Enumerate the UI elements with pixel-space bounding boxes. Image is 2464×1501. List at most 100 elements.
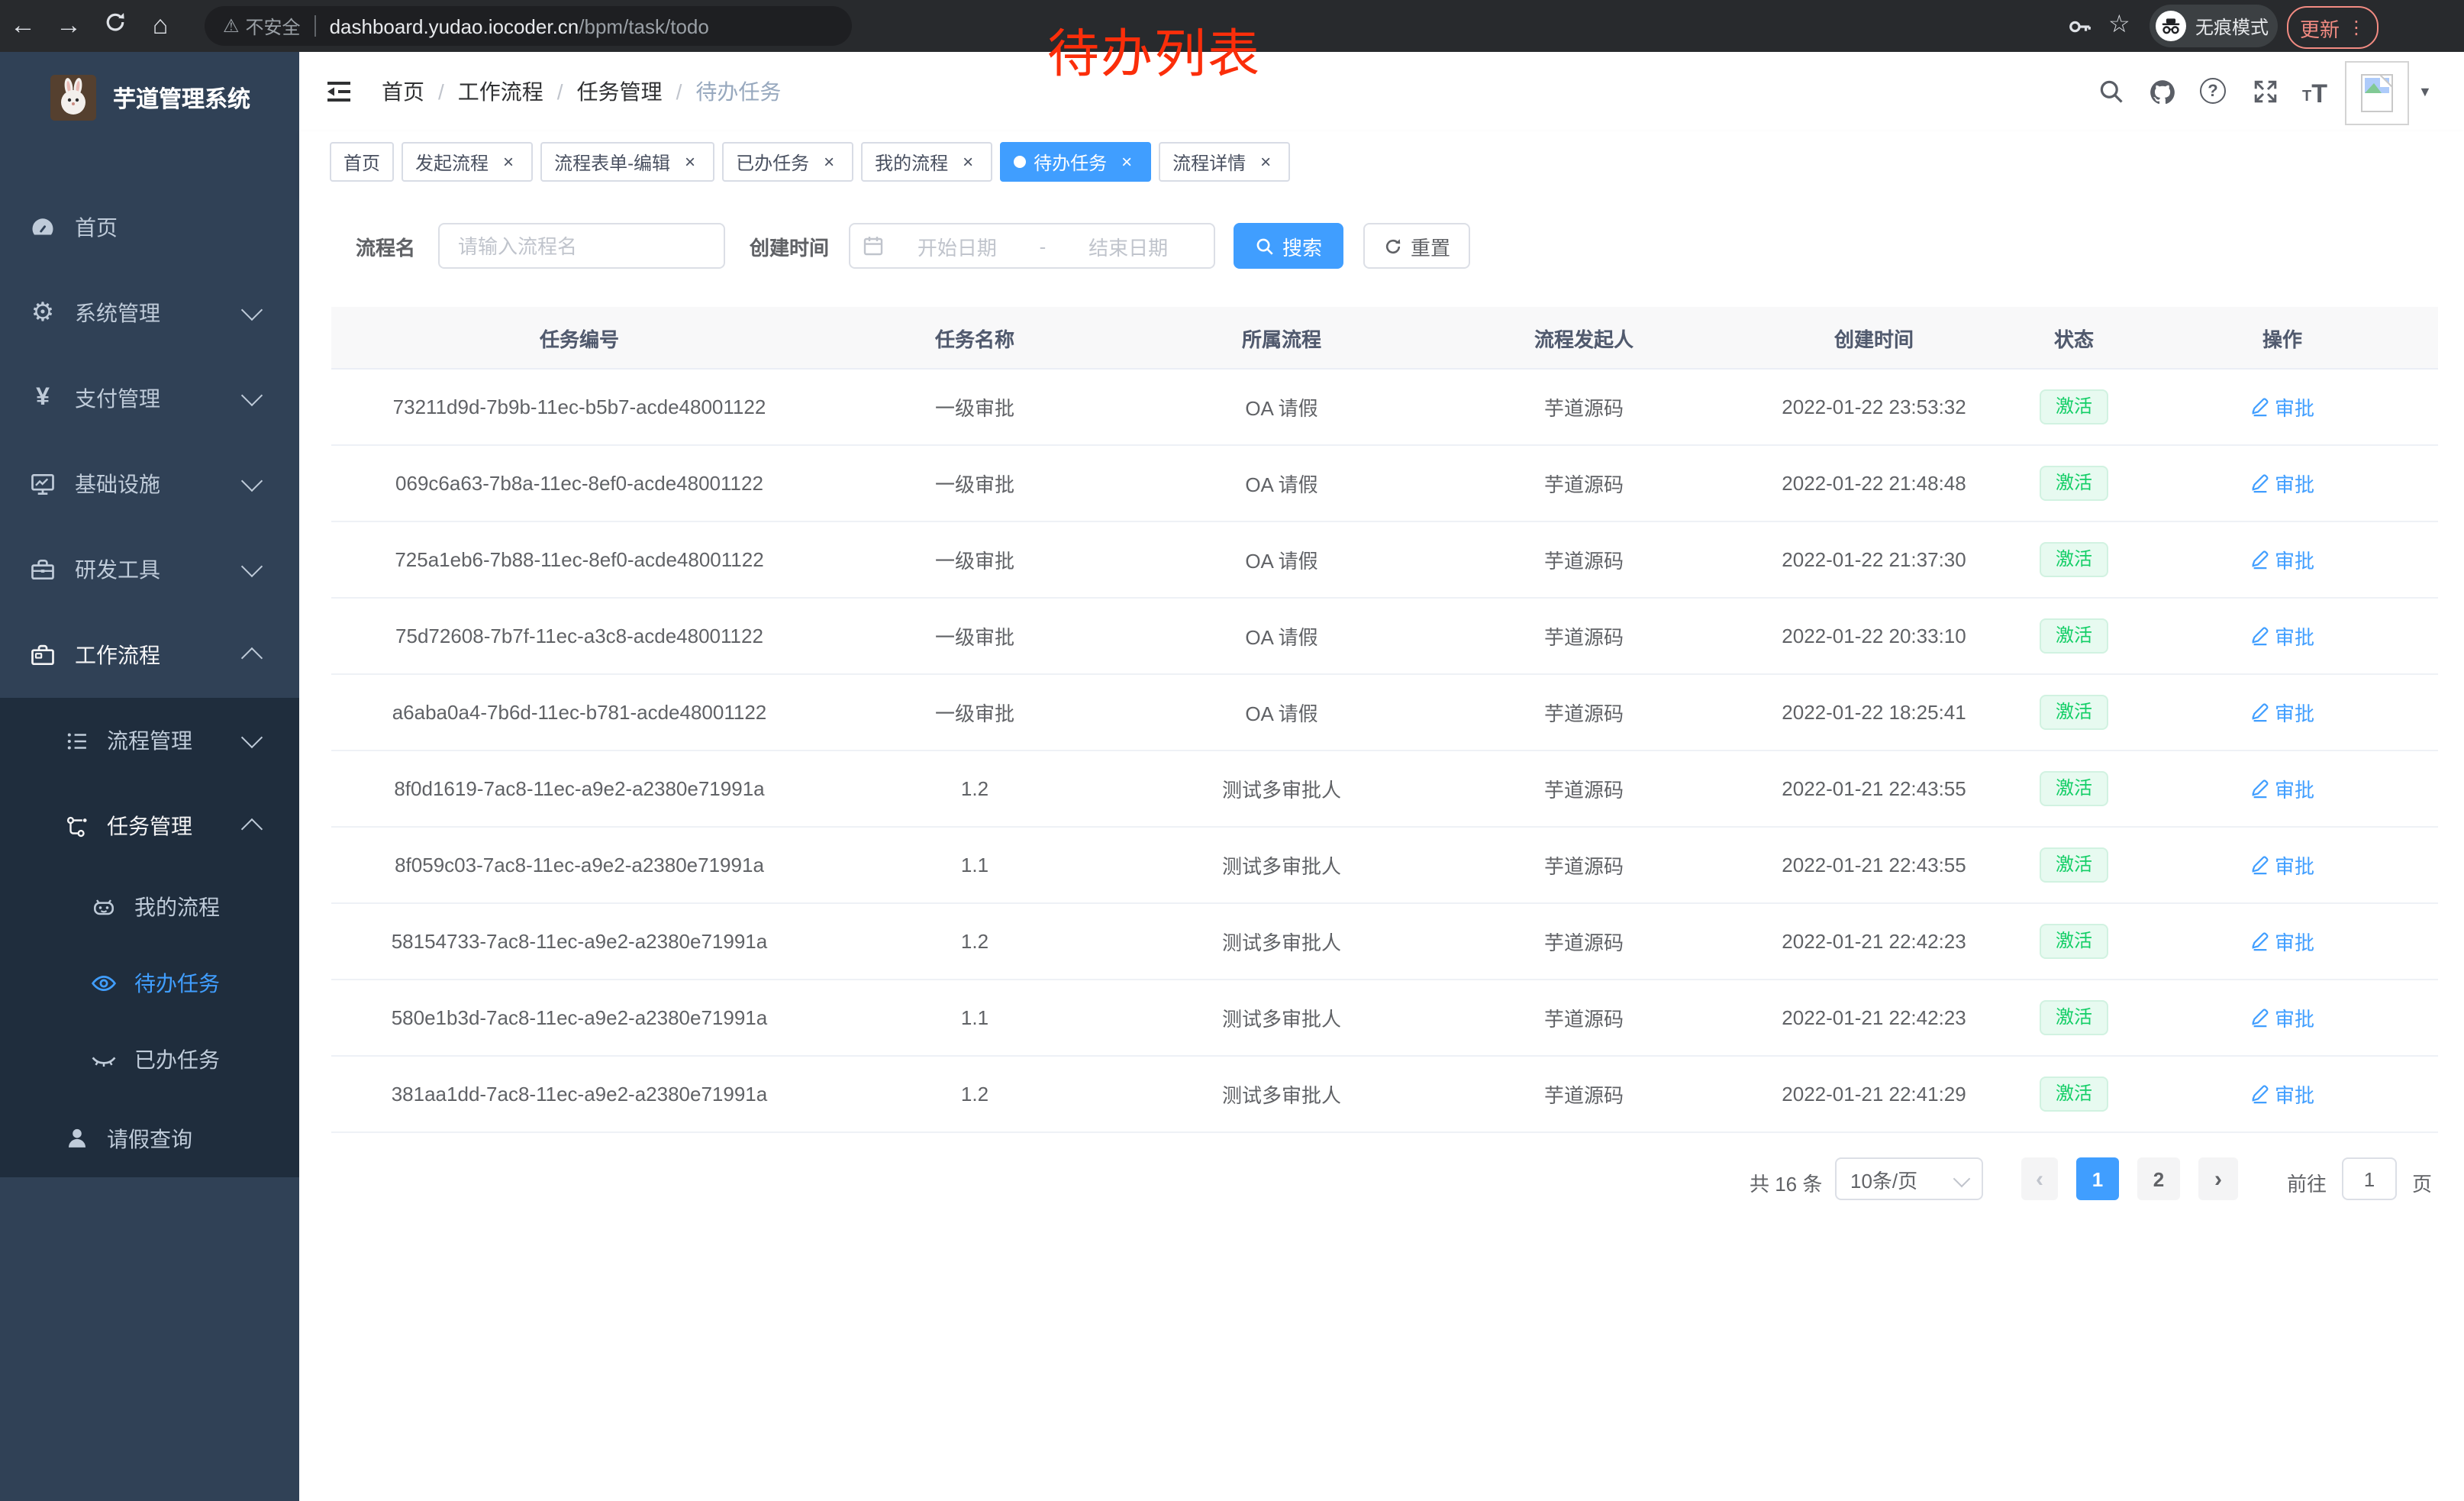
close-icon[interactable]: × — [1116, 151, 1137, 173]
home-icon[interactable]: ⌂ — [137, 11, 183, 41]
tab-initiate-process[interactable]: 发起流程 × — [402, 142, 533, 182]
back-icon[interactable]: ← — [0, 11, 46, 41]
approve-button[interactable]: 审批 — [2250, 1003, 2314, 1032]
address-bar[interactable]: ⚠ 不安全 dashboard.yudao.iocoder.cn/bpm/tas… — [205, 6, 852, 46]
sidebar-item-label: 研发工具 — [75, 554, 160, 585]
page-button-2[interactable]: 2 — [2137, 1157, 2180, 1200]
page-button-1[interactable]: 1 — [2076, 1157, 2119, 1200]
sidebar-collapse-icon[interactable] — [324, 76, 354, 115]
font-size-small-glyph: T — [2302, 90, 2311, 105]
fullscreen-icon[interactable] — [2252, 78, 2279, 105]
approve-button[interactable]: 审批 — [2250, 392, 2314, 421]
date-range-picker[interactable]: 开始日期 - 结束日期 — [849, 223, 1215, 269]
page-size-select[interactable]: 10条/页 — [1835, 1157, 1983, 1200]
approve-button[interactable]: 审批 — [2250, 1080, 2314, 1109]
prev-page-button[interactable]: ‹ — [2021, 1157, 2058, 1200]
app-title: 芋道管理系统 — [113, 82, 250, 114]
broken-image-icon — [2360, 73, 2394, 113]
reset-button[interactable]: 重置 — [1363, 223, 1470, 269]
github-icon[interactable] — [2148, 78, 2175, 105]
close-icon[interactable]: × — [957, 151, 979, 173]
cell-action: 审批 — [2127, 469, 2438, 498]
breadcrumb-separator: / — [676, 79, 682, 104]
approve-label: 审批 — [2275, 851, 2314, 880]
breadcrumb-workflow[interactable]: 工作流程 — [458, 76, 543, 107]
approve-button[interactable]: 审批 — [2250, 545, 2314, 574]
avatar[interactable] — [2345, 61, 2409, 125]
app-header: 首页 / 工作流程 / 任务管理 / 待办任务 ? TT ▼ — [299, 52, 2464, 133]
sidebar-item-workflow[interactable]: 工作流程 — [0, 612, 299, 698]
approve-button[interactable]: 审批 — [2250, 774, 2314, 803]
sidebar-item-todo-tasks[interactable]: 待办任务 — [0, 945, 299, 1022]
not-secure-label: 不安全 — [246, 13, 301, 39]
bookmark-star-icon[interactable]: ☆ — [2108, 9, 2130, 40]
cell-created-at: 2022-01-22 23:53:32 — [1727, 395, 2021, 418]
tab-process-form-edit[interactable]: 流程表单-编辑 × — [540, 142, 714, 182]
browser-menu-icon[interactable]: ⋮ — [2347, 17, 2366, 38]
sidebar-item-label: 系统管理 — [75, 298, 160, 328]
search-button[interactable]: 搜索 — [1234, 223, 1343, 269]
sidebar-item-label: 待办任务 — [134, 968, 220, 999]
sidebar-item-my-process[interactable]: 我的流程 — [0, 869, 299, 945]
close-icon[interactable]: × — [1255, 151, 1276, 173]
column-process: 所属流程 — [1122, 323, 1441, 352]
start-date-placeholder[interactable]: 开始日期 — [884, 231, 1030, 260]
breadcrumb-task-management[interactable]: 任务管理 — [577, 76, 663, 107]
sidebar-item-system-management[interactable]: ⚙ 系统管理 — [0, 270, 299, 356]
tab-process-detail[interactable]: 流程详情 × — [1159, 142, 1290, 182]
breadcrumb-home[interactable]: 首页 — [382, 76, 424, 107]
cell-starter: 芋道源码 — [1441, 774, 1727, 803]
password-key-icon[interactable] — [2067, 14, 2093, 47]
active-dot — [1014, 156, 1026, 168]
forward-icon[interactable]: → — [46, 11, 92, 41]
tab-home[interactable]: 首页 — [330, 142, 394, 182]
help-icon[interactable]: ? — [2200, 78, 2227, 105]
font-size-icon[interactable]: TT — [2302, 78, 2330, 105]
refresh-icon — [1383, 236, 1403, 256]
approve-button[interactable]: 审批 — [2250, 851, 2314, 880]
sidebar-item-payment-management[interactable]: ¥ 支付管理 — [0, 356, 299, 441]
cell-task-name: 一级审批 — [827, 545, 1122, 574]
sidebar-item-process-management[interactable]: 流程管理 — [0, 698, 299, 783]
chevron-up-icon — [241, 818, 263, 840]
goto-page-input[interactable] — [2342, 1157, 2397, 1200]
breadcrumb-separator: / — [557, 79, 563, 104]
sidebar-item-task-management[interactable]: 任务管理 — [0, 783, 299, 869]
approve-button[interactable]: 审批 — [2250, 698, 2314, 727]
tags-view-bar: 首页 发起流程 × 流程表单-编辑 × 已办任务 × 我的流程 × — [299, 131, 2464, 197]
next-page-button[interactable]: › — [2198, 1157, 2238, 1200]
sidebar-item-infrastructure[interactable]: 基础设施 — [0, 441, 299, 527]
end-date-placeholder[interactable]: 结束日期 — [1055, 231, 1201, 260]
approve-button[interactable]: 审批 — [2250, 469, 2314, 498]
cell-starter: 芋道源码 — [1441, 851, 1727, 880]
sidebar-item-done-tasks[interactable]: 已办任务 — [0, 1022, 299, 1098]
goto-unit-label: 页 — [2412, 1168, 2432, 1197]
chevron-up-icon — [241, 647, 263, 669]
tab-my-process[interactable]: 我的流程 × — [861, 142, 992, 182]
tab-label: 发起流程 — [415, 149, 489, 175]
approve-button[interactable]: 审批 — [2250, 621, 2314, 650]
process-name-input[interactable] — [440, 234, 724, 257]
cell-action: 审批 — [2127, 927, 2438, 956]
cell-process: 测试多审批人 — [1122, 851, 1441, 880]
avatar-caret-icon[interactable]: ▼ — [2418, 84, 2432, 99]
browser-update-button[interactable]: 更新 ⋮ — [2287, 6, 2379, 49]
cell-action: 审批 — [2127, 545, 2438, 574]
tab-done-tasks[interactable]: 已办任务 × — [722, 142, 853, 182]
close-icon[interactable]: × — [498, 151, 519, 173]
close-icon[interactable]: × — [818, 151, 840, 173]
column-created-at: 创建时间 — [1727, 323, 2021, 352]
search-icon[interactable] — [2098, 78, 2125, 105]
sidebar-item-home[interactable]: 首页 — [0, 185, 299, 270]
sidebar-item-leave-query[interactable]: 请假查询 — [0, 1099, 299, 1177]
approve-button[interactable]: 审批 — [2250, 927, 2314, 956]
tab-label: 待办任务 — [1034, 149, 1107, 175]
cell-created-at: 2022-01-21 22:43:55 — [1727, 854, 2021, 876]
page-size-value: 10条/页 — [1850, 1164, 1917, 1193]
cell-created-at: 2022-01-22 20:33:10 — [1727, 625, 2021, 647]
reload-icon[interactable] — [92, 11, 137, 41]
tab-todo-tasks[interactable]: 待办任务 × — [1000, 142, 1151, 182]
sidebar-item-dev-tools[interactable]: 研发工具 — [0, 527, 299, 612]
close-icon[interactable]: × — [679, 151, 701, 173]
table-row: 58154733-7ac8-11ec-a9e2-a2380e71991a 1.2… — [331, 904, 2438, 980]
